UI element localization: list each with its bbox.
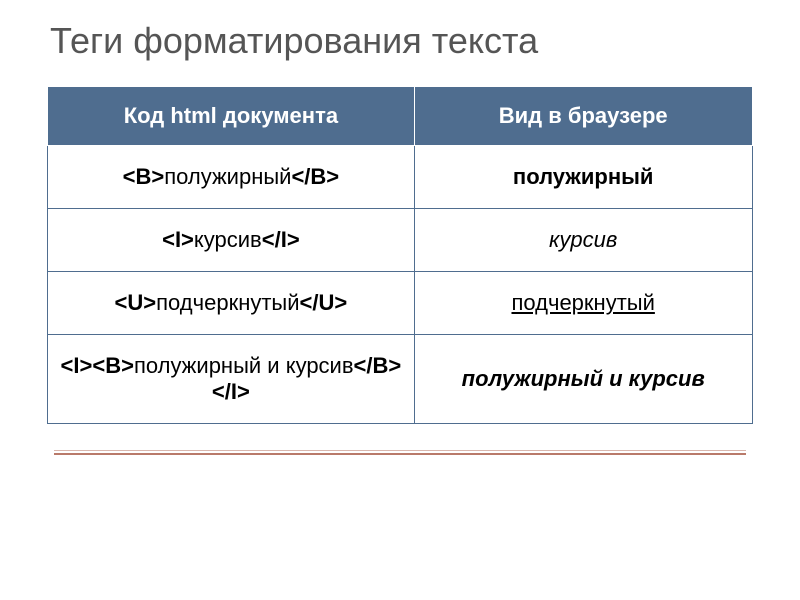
tag-text: курсив [194, 227, 262, 252]
rendered-text: подчеркнутый [511, 290, 654, 315]
tag-open: <B> [123, 164, 165, 189]
header-render: Вид в браузере [414, 87, 752, 146]
rendered-text: полужирный и курсив [462, 366, 705, 391]
tag-open: <U> [115, 290, 157, 315]
table-row: <I>курсив</I> курсив [48, 209, 753, 272]
cell-code: <I>курсив</I> [48, 209, 414, 272]
cell-render: подчеркнутый [414, 272, 752, 335]
divider [54, 452, 745, 455]
tag-text: полужирный [164, 164, 291, 189]
tags-table: Код html документа Вид в браузере <B>пол… [47, 86, 753, 424]
tag-open: <I> [162, 227, 194, 252]
tag-close: </B> [291, 164, 339, 189]
table-row: <U>подчеркнутый</U> подчеркнутый [48, 272, 753, 335]
cell-render: полужирный и курсив [414, 335, 752, 424]
cell-code: <U>подчеркнутый</U> [48, 272, 414, 335]
cell-render: курсив [414, 209, 752, 272]
cell-code: <I><B>полужирный и курсив</B></I> [48, 335, 414, 424]
tag-open: <I><B> [61, 353, 134, 378]
tag-text: полужирный и курсив [134, 353, 354, 378]
cell-render: полужирный [414, 146, 752, 209]
cell-code: <B>полужирный</B> [48, 146, 414, 209]
tag-close: </I> [262, 227, 300, 252]
header-code: Код html документа [48, 87, 414, 146]
rendered-text: полужирный [513, 164, 654, 189]
rendered-text: курсив [549, 227, 617, 252]
tag-close: </U> [300, 290, 348, 315]
page-title: Теги форматирования текста [50, 20, 760, 62]
table-row: <B>полужирный</B> полужирный [48, 146, 753, 209]
tag-text: подчеркнутый [156, 290, 299, 315]
table-row: <I><B>полужирный и курсив</B></I> полужи… [48, 335, 753, 424]
